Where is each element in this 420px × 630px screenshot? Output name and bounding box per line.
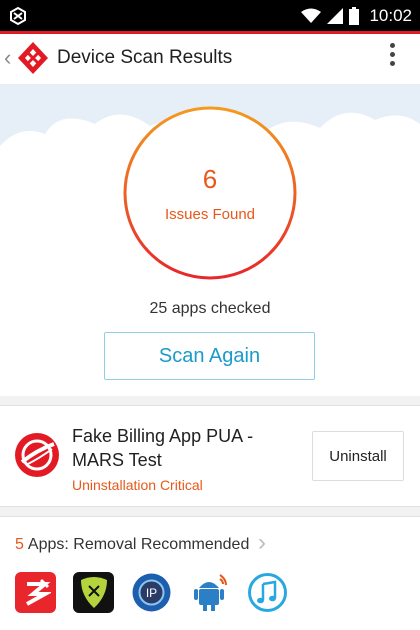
issue-count: 6 <box>202 164 218 194</box>
removal-count: 5 <box>15 536 24 553</box>
page-title: Device Scan Results <box>57 47 233 68</box>
threat-name: Fake Billing App PUA - MARS Test <box>72 426 254 470</box>
music-note-icon[interactable] <box>247 572 288 613</box>
overflow-menu-icon[interactable] <box>386 43 398 73</box>
app-logo-icon[interactable] <box>15 40 51 76</box>
red-app-icon[interactable] <box>15 572 56 613</box>
removal-header[interactable]: 5 Apps: Removal Recommended <box>15 536 249 554</box>
threat-card[interactable]: Fake Billing App PUA - MARS Test Uninsta… <box>0 405 420 507</box>
signal-icon <box>327 7 344 24</box>
recommended-app-list: IP <box>15 572 288 613</box>
status-time: 10:02 <box>369 5 412 25</box>
apps-checked-text: 25 apps checked <box>149 300 271 317</box>
status-bar: 10:02 <box>0 0 420 31</box>
app-bar: ‹ Device Scan Results <box>0 31 420 84</box>
threat-app-icon <box>15 433 59 477</box>
uninstall-button[interactable]: Uninstall <box>312 431 404 481</box>
battery-icon <box>349 6 360 25</box>
threat-status: Uninstallation Critical <box>72 477 203 493</box>
chevron-right-icon[interactable]: › <box>258 531 266 555</box>
wifi-icon <box>301 8 322 23</box>
back-chevron-icon[interactable]: ‹ <box>4 47 11 69</box>
android-robot-icon[interactable] <box>189 572 230 613</box>
svg-text:IP: IP <box>146 586 157 600</box>
removal-recommended-section[interactable]: 5 Apps: Removal Recommended › IP <box>0 516 420 630</box>
green-guitar-pick-icon[interactable] <box>73 572 114 613</box>
removal-label: Apps: Removal Recommended <box>27 536 250 553</box>
issue-label: Issues Found <box>164 206 256 223</box>
scan-again-button[interactable]: Scan Again <box>104 332 315 380</box>
scan-summary-panel: 6 Issues Found 25 apps checked Scan Agai… <box>0 84 420 396</box>
ip-globe-icon[interactable]: IP <box>131 572 172 613</box>
app-notification-icon <box>10 6 26 26</box>
